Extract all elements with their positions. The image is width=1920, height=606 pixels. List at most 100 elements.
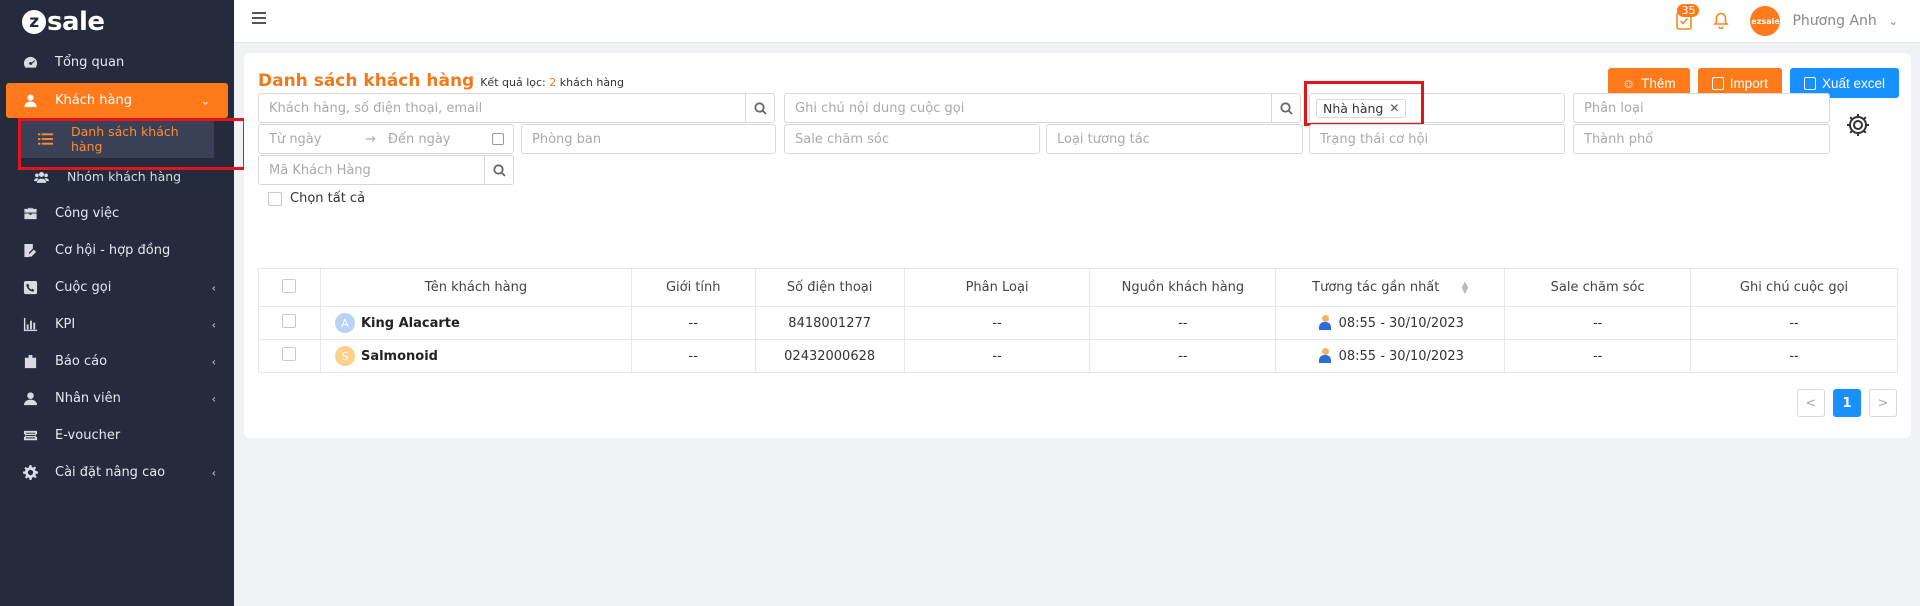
- call-note-cell: --: [1690, 306, 1898, 340]
- interaction-type-placeholder: Loại tương tác: [1057, 131, 1150, 147]
- page-button-1[interactable]: 1: [1833, 389, 1861, 417]
- source-cell: --: [1089, 339, 1277, 373]
- pagination: < 1 >: [1797, 389, 1897, 417]
- gear-icon[interactable]: [1845, 112, 1871, 138]
- customer-name[interactable]: Salmonoid: [361, 349, 438, 364]
- to-date-placeholder: Đến ngày: [387, 131, 451, 147]
- sidebar-item-label: Tổng quan: [55, 55, 125, 70]
- sidebar-item-cuoc-goi[interactable]: Cuộc gọi ‹: [0, 269, 234, 306]
- header-checkbox[interactable]: [282, 278, 297, 293]
- chevron-left-icon: ‹: [211, 466, 216, 479]
- last-interaction-cell: 08:55 - 30/10/2023: [1275, 339, 1506, 373]
- sale-select[interactable]: Sale chăm sóc: [784, 124, 1040, 154]
- logo[interactable]: z sale: [0, 0, 234, 44]
- sidebar-nav: Tổng quan Khách hàng ⌄ Danh sách khách h…: [0, 44, 234, 491]
- prev-page-button[interactable]: <: [1797, 389, 1825, 417]
- city-placeholder: Thành phố: [1584, 131, 1654, 147]
- sidebar-item-khach-hang[interactable]: Khách hàng ⌄: [6, 83, 228, 118]
- gender-cell: --: [630, 339, 756, 373]
- menu-toggle-icon[interactable]: [252, 12, 266, 24]
- users-icon: [34, 170, 50, 184]
- sidebar-subitem-danh-sach-khach-hang[interactable]: Danh sách khách hàng: [18, 120, 214, 158]
- sidebar-item-label: Báo cáo: [55, 354, 108, 369]
- department-select[interactable]: Phòng ban: [521, 124, 776, 154]
- employee-icon: [22, 391, 38, 407]
- sidebar-item-cong-viec[interactable]: Công việc: [0, 195, 234, 232]
- avatar: S: [334, 346, 355, 366]
- sidebar-subitem-nhom-khach-hang[interactable]: Nhóm khách hàng: [0, 158, 234, 195]
- customer-name-cell[interactable]: S Salmonoid: [319, 339, 632, 373]
- category-select[interactable]: Phân loại: [1573, 93, 1830, 123]
- chevron-left-icon: ‹: [211, 281, 216, 294]
- task-icon[interactable]: 35: [1674, 4, 1700, 32]
- call-note-search-placeholder: Ghi chú nội dung cuộc gọi: [795, 100, 965, 116]
- city-select[interactable]: Thành phố: [1573, 124, 1830, 154]
- close-icon[interactable]: ✕: [1389, 101, 1399, 115]
- username[interactable]: Phương Anh: [1792, 13, 1876, 29]
- voucher-icon: [22, 428, 38, 444]
- next-page-button[interactable]: >: [1869, 389, 1897, 417]
- user-interaction-icon: [1317, 315, 1333, 331]
- filter-result-prefix: Kết quả lọc:: [480, 76, 546, 89]
- col-header-category: Phân Loại: [903, 268, 1091, 307]
- topbar-actions: 35 ezsale Phương Anh ⌄: [1674, 4, 1898, 36]
- row-checkbox-cell: [258, 339, 321, 373]
- col-header-last-interaction[interactable]: Tương tác gần nhất ▲ ▼: [1275, 268, 1506, 307]
- row-checkbox-cell: [258, 306, 321, 340]
- gender-cell: --: [630, 306, 756, 340]
- sidebar-item-e-voucher[interactable]: E-voucher: [0, 417, 234, 454]
- chevron-down-icon: ⌄: [200, 94, 210, 107]
- category-placeholder: Phân loại: [1584, 100, 1644, 116]
- filter-result-count: 2: [549, 76, 557, 89]
- sidebar-item-bao-cao[interactable]: Báo cáo ‹: [0, 343, 234, 380]
- row-checkbox[interactable]: [282, 314, 297, 328]
- customer-name[interactable]: King Alacarte: [361, 316, 460, 331]
- user-interaction-icon: [1317, 348, 1333, 364]
- customer-code-placeholder: Mã Khách Hàng: [269, 162, 371, 178]
- sidebar-item-tong-quan[interactable]: Tổng quan: [0, 44, 234, 81]
- col-header-call-note: Ghi chú cuộc gọi: [1690, 268, 1898, 307]
- search-icon[interactable]: [484, 156, 513, 184]
- search-icon[interactable]: [1271, 94, 1300, 122]
- search-icon[interactable]: [745, 94, 774, 122]
- opportunity-status-select[interactable]: Trạng thái cơ hội: [1309, 124, 1565, 154]
- call-note-search-input[interactable]: Ghi chú nội dung cuộc gọi: [784, 93, 1301, 123]
- sidebar-item-kpi[interactable]: KPI ‹: [0, 306, 234, 343]
- col-header-gender: Giới tính: [630, 268, 756, 307]
- sidebar-item-co-hoi-hop-dong[interactable]: Cơ hội - hợp đồng: [0, 232, 234, 269]
- sidebar-item-nhan-vien[interactable]: Nhân viên ‹: [0, 380, 234, 417]
- customer-source-select[interactable]: Nhà hàng ✕: [1309, 93, 1565, 123]
- last-interaction-cell: 08:55 - 30/10/2023: [1275, 306, 1506, 340]
- col-header-sale: Sale chăm sóc: [1504, 268, 1692, 307]
- bell-icon[interactable]: [1712, 10, 1730, 33]
- sidebar-item-label: Khách hàng: [55, 93, 132, 108]
- sidebar-item-label: Cuộc gọi: [55, 280, 112, 295]
- user-icon: [22, 93, 38, 109]
- from-date-placeholder: Từ ngày: [269, 131, 322, 147]
- customer-code-input[interactable]: Mã Khách Hàng: [258, 155, 514, 185]
- avatar[interactable]: ezsale: [1750, 6, 1781, 36]
- col-header-name: Tên khách hàng: [319, 268, 632, 307]
- chevron-down-icon[interactable]: ⌄: [1889, 15, 1898, 28]
- phone-icon: [22, 280, 38, 296]
- sidebar-item-cai-dat-nang-cao[interactable]: Cài đặt nâng cao ‹: [0, 454, 234, 491]
- table-row[interactable]: S Salmonoid -- 02432000628 -- -- 08:55 -…: [258, 339, 1898, 373]
- row-checkbox[interactable]: [282, 347, 297, 361]
- export-icon: [1803, 76, 1816, 90]
- add-user-icon: ☺: [1621, 75, 1636, 91]
- export-button-label: Xuất excel: [1821, 75, 1885, 91]
- select-all[interactable]: Chọn tất cả: [268, 191, 365, 206]
- select-all-checkbox[interactable]: [268, 191, 282, 206]
- interaction-type-select[interactable]: Loại tương tác: [1046, 124, 1303, 154]
- calendar-icon: [492, 133, 504, 145]
- table-row[interactable]: A King Alacarte -- 8418001277 -- -- 08:5…: [258, 306, 1898, 340]
- category-cell: --: [903, 306, 1091, 340]
- customer-search-input[interactable]: Khách hàng, số điện thoại, email: [258, 93, 775, 123]
- briefcase-icon: [22, 206, 38, 222]
- customer-name-cell[interactable]: A King Alacarte: [319, 306, 632, 340]
- date-range-picker[interactable]: Từ ngày → Đến ngày: [258, 124, 514, 154]
- sidebar-item-label: Cài đặt nâng cao: [55, 465, 166, 480]
- sort-icon[interactable]: ▲ ▼: [1462, 280, 1469, 295]
- col-header-source: Nguồn khách hàng: [1089, 268, 1277, 307]
- bar-chart-icon: [22, 317, 38, 333]
